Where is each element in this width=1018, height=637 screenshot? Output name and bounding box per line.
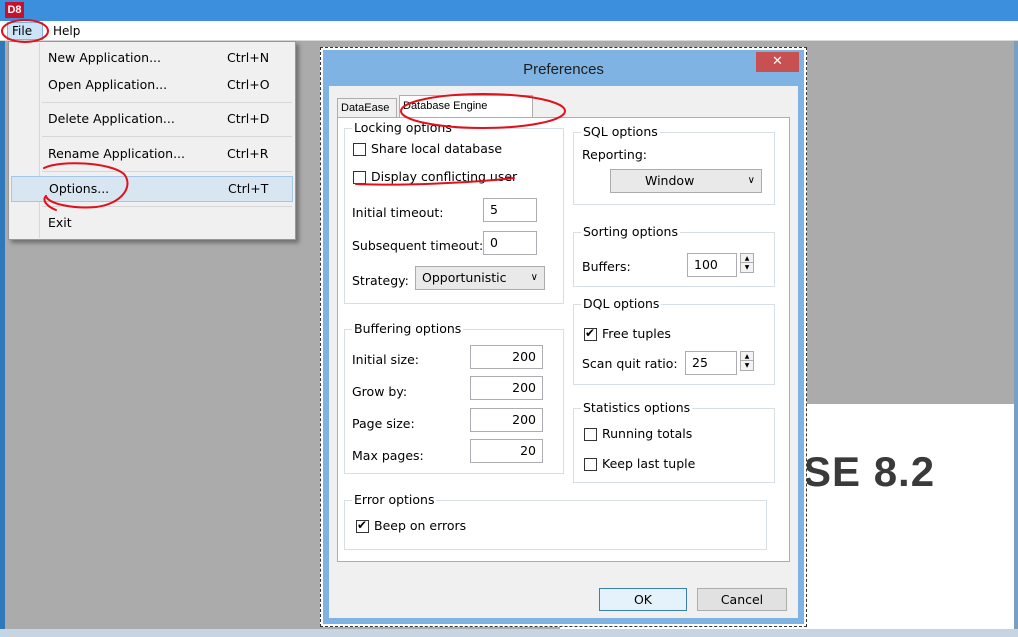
strategy-select[interactable]: Opportunistic ∨ [415,266,545,290]
menu-item-shortcut: Ctrl+O [227,77,270,92]
buffers-input[interactable]: 100 [687,253,737,277]
dialog-title: Preferences [523,61,604,78]
menu-item-shortcut: Ctrl+N [227,50,270,65]
menu-item-label: Rename Application... [48,146,185,161]
share-local-database-checkbox[interactable] [353,143,366,156]
beep-on-errors-label: Beep on errors [374,518,467,533]
tab-dataease[interactable]: DataEase [337,98,397,117]
page-size-input[interactable]: 200 [470,408,543,432]
buffers-label: Buffers: [582,259,631,274]
group-title: Buffering options [352,321,464,336]
menu-separator [42,171,292,172]
left-edge-strip [0,41,5,637]
menu-item-rename-application[interactable]: Rename Application... Ctrl+R [11,141,293,167]
subsequent-timeout-label: Subsequent timeout: [352,238,484,253]
display-conflicting-user-checkbox[interactable] [353,171,366,184]
menu-item-label: Open Application... [48,77,168,92]
keep-last-tuple-label: Keep last tuple [602,456,696,471]
menu-item-label: New Application... [48,50,162,65]
max-pages-input[interactable]: 20 [470,439,543,463]
tab-panel-database-engine: Locking options Share local database Dis… [337,117,790,562]
menu-item-exit[interactable]: Exit [11,210,293,236]
menu-item-delete-application[interactable]: Delete Application... Ctrl+D [11,106,293,132]
running-totals-label: Running totals [602,426,693,441]
menu-separator [42,102,292,103]
group-buffering-options: Buffering options Initial size: 200 Grow… [344,321,564,474]
running-totals-checkbox[interactable] [584,428,597,441]
group-statistics-options: Statistics options Running totals Keep l… [573,400,775,483]
group-dql-options: DQL options Free tuples Scan quit ratio:… [573,296,775,385]
preferences-dialog: Preferences ✕ DataEase Database Engine L… [320,47,807,627]
grow-by-input[interactable]: 200 [470,376,543,400]
initial-timeout-label: Initial timeout: [352,205,444,220]
splash-title: SE 8.2 [803,448,936,495]
initial-size-label: Initial size: [352,352,420,367]
share-local-database-label: Share local database [371,141,503,156]
group-sql-options: SQL options Reporting: Window ∨ [573,124,775,205]
menu-item-shortcut: Ctrl+D [227,111,270,126]
spin-down-icon[interactable]: ▼ [741,361,753,370]
reporting-select[interactable]: Window ∨ [610,169,762,193]
strategy-label: Strategy: [352,273,409,288]
initial-size-input[interactable]: 200 [470,345,543,369]
reporting-value: Window [645,173,695,188]
tab-database-engine[interactable]: Database Engine [399,95,533,119]
menu-help[interactable]: Help [49,22,84,40]
group-title: Locking options [352,120,454,135]
group-title: DQL options [581,296,662,311]
free-tuples-label: Free tuples [602,326,671,341]
page-size-label: Page size: [352,416,415,431]
menu-item-label: Options... [49,181,110,196]
right-edge-strip [1014,41,1018,637]
group-locking-options: Locking options Share local database Dis… [344,120,564,304]
group-title: Error options [352,492,437,507]
spin-up-icon[interactable]: ▲ [741,352,753,361]
keep-last-tuple-checkbox[interactable] [584,458,597,471]
file-menu: New Application... Ctrl+N Open Applicati… [8,41,296,240]
menu-separator [42,136,292,137]
dialog-body: DataEase Database Engine Locking options… [329,86,798,618]
menu-item-label: Exit [48,215,72,230]
cancel-button[interactable]: Cancel [697,588,787,611]
app-titlebar: D8 [0,0,1018,21]
ok-button[interactable]: OK [599,588,687,611]
dialog-titlebar[interactable]: Preferences ✕ [323,50,804,86]
buffers-spinner[interactable]: ▲ ▼ [740,253,754,273]
group-sorting-options: Sorting options Buffers: 100 ▲ ▼ [573,224,775,287]
close-button[interactable]: ✕ [756,52,799,72]
scan-quit-ratio-spinner[interactable]: ▲ ▼ [740,351,754,371]
scan-quit-ratio-label: Scan quit ratio: [582,356,678,371]
spin-up-icon[interactable]: ▲ [741,254,753,263]
display-conflicting-user-label: Display conflicting user [371,169,518,184]
subsequent-timeout-input[interactable]: 0 [483,231,537,255]
spin-down-icon[interactable]: ▼ [741,263,753,272]
scan-quit-ratio-input[interactable]: 25 [685,351,737,375]
beep-on-errors-checkbox[interactable] [356,518,369,533]
menu-item-shortcut: Ctrl+T [228,181,269,196]
menu-item-shortcut: Ctrl+R [227,146,269,161]
menu-item-options[interactable]: Options... Ctrl+T [11,176,293,202]
menu-item-open-application[interactable]: Open Application... Ctrl+O [11,72,293,98]
menu-file[interactable]: File [7,22,43,40]
max-pages-label: Max pages: [352,448,424,463]
chevron-down-icon: ∨ [530,272,538,283]
free-tuples-checkbox[interactable] [584,326,597,341]
chevron-down-icon: ∨ [747,175,755,186]
menu-separator [42,206,292,207]
group-title: Statistics options [581,400,693,415]
bottom-bar [0,629,1018,637]
close-icon: ✕ [772,54,783,69]
strategy-value: Opportunistic [422,270,507,285]
group-title: SQL options [581,124,660,139]
initial-timeout-input[interactable]: 5 [483,198,537,222]
reporting-label: Reporting: [582,147,647,162]
menubar: File Help [0,21,1018,41]
group-title: Sorting options [581,224,680,239]
dialog-frame: Preferences ✕ DataEase Database Engine L… [323,50,804,624]
menu-item-label: Delete Application... [48,111,175,126]
grow-by-label: Grow by: [352,384,408,399]
app-logo-icon: D8 [5,2,24,18]
menu-item-new-application[interactable]: New Application... Ctrl+N [11,45,293,71]
group-error-options: Error options Beep on errors [344,492,767,550]
